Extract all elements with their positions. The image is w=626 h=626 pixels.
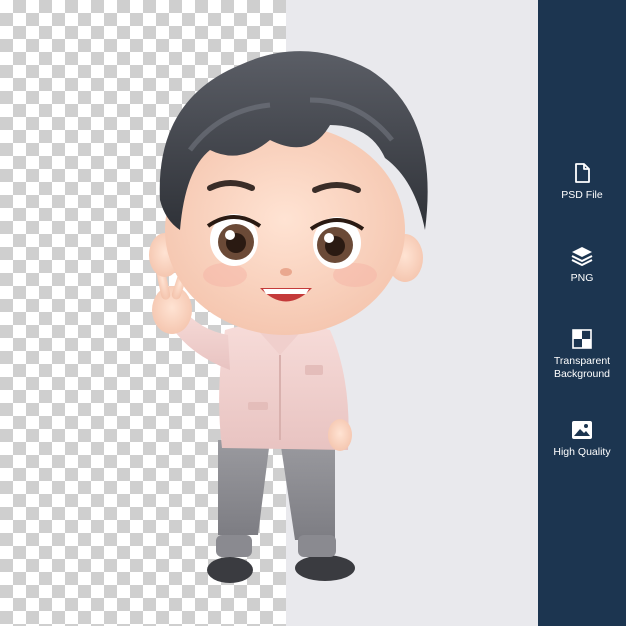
chibi-boy-illustration xyxy=(149,51,428,583)
feature-label: High Quality xyxy=(553,446,611,458)
feature-label: Transparent Background xyxy=(553,355,611,380)
transparency-icon xyxy=(572,329,592,349)
feature-label: PNG xyxy=(570,272,594,284)
image-icon xyxy=(572,421,592,439)
preview-area xyxy=(0,0,538,626)
feature-png: PNG xyxy=(538,246,626,285)
feature-psd-file: PSD File xyxy=(538,163,626,202)
feature-transparent-background: Transparent Background xyxy=(538,329,626,381)
feature-high-quality: High Quality xyxy=(538,420,626,459)
feature-sidebar: PSD File PNG Transparent Background High… xyxy=(538,0,626,626)
feature-label: PSD File xyxy=(561,189,603,201)
file-icon xyxy=(575,163,590,183)
layers-icon xyxy=(571,247,593,266)
